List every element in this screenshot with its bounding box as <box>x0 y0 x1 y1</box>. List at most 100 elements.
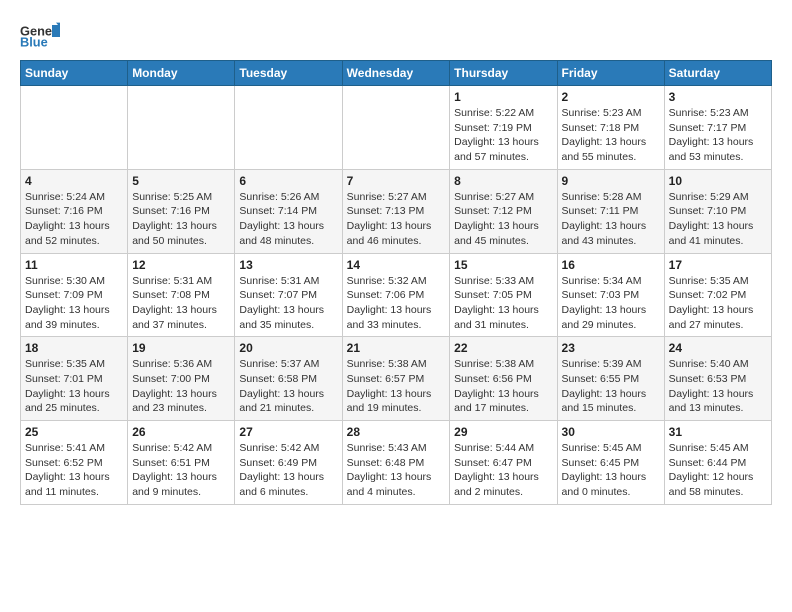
day-info: Sunrise: 5:42 AM Sunset: 6:51 PM Dayligh… <box>132 441 230 500</box>
day-info: Sunrise: 5:35 AM Sunset: 7:02 PM Dayligh… <box>669 274 767 333</box>
logo-icon: General Blue <box>20 20 60 50</box>
day-number: 12 <box>132 258 230 272</box>
day-number: 6 <box>239 174 337 188</box>
calendar-cell <box>342 86 450 170</box>
calendar-week-5: 25 Sunrise: 5:41 AM Sunset: 6:52 PM Dayli… <box>21 421 772 505</box>
calendar-week-4: 18Sunrise: 5:35 AM Sunset: 7:01 PM Dayli… <box>21 337 772 421</box>
calendar-cell: 3 Sunrise: 5:23 AM Sunset: 7:17 PM Daylig… <box>664 86 771 170</box>
day-info: Sunrise: 5:30 AM Sunset: 7:09 PM Dayligh… <box>25 274 123 333</box>
calendar-cell <box>21 86 128 170</box>
weekday-header-tuesday: Tuesday <box>235 61 342 86</box>
page-header: General Blue <box>20 20 772 50</box>
calendar-cell: 31Sunrise: 5:45 AM Sunset: 6:44 PM Dayli… <box>664 421 771 505</box>
calendar-cell: 21 Sunrise: 5:38 AM Sunset: 6:57 PM Dayli… <box>342 337 450 421</box>
weekday-header-saturday: Saturday <box>664 61 771 86</box>
calendar-cell: 22 Sunrise: 5:38 AM Sunset: 6:56 PM Dayli… <box>450 337 557 421</box>
day-number: 26 <box>132 425 230 439</box>
calendar-cell: 30 Sunrise: 5:45 AM Sunset: 6:45 PM Dayli… <box>557 421 664 505</box>
day-number: 13 <box>239 258 337 272</box>
calendar-cell: 12 Sunrise: 5:31 AM Sunset: 7:08 PM Dayli… <box>128 253 235 337</box>
calendar-cell: 20 Sunrise: 5:37 AM Sunset: 6:58 PM Dayli… <box>235 337 342 421</box>
calendar-week-2: 4 Sunrise: 5:24 AM Sunset: 7:16 PM Daylig… <box>21 169 772 253</box>
day-number: 25 <box>25 425 123 439</box>
day-number: 2 <box>562 90 660 104</box>
day-number: 27 <box>239 425 337 439</box>
day-number: 19 <box>132 341 230 355</box>
calendar-cell: 14 Sunrise: 5:32 AM Sunset: 7:06 PM Dayli… <box>342 253 450 337</box>
day-info: Sunrise: 5:45 AM Sunset: 6:45 PM Dayligh… <box>562 441 660 500</box>
day-info: Sunrise: 5:41 AM Sunset: 6:52 PM Dayligh… <box>25 441 123 500</box>
day-info: Sunrise: 5:44 AM Sunset: 6:47 PM Dayligh… <box>454 441 552 500</box>
day-info: Sunrise: 5:24 AM Sunset: 7:16 PM Dayligh… <box>25 190 123 249</box>
calendar-cell: 18Sunrise: 5:35 AM Sunset: 7:01 PM Dayli… <box>21 337 128 421</box>
calendar-cell: 24Sunrise: 5:40 AM Sunset: 6:53 PM Dayli… <box>664 337 771 421</box>
day-info: Sunrise: 5:38 AM Sunset: 6:57 PM Dayligh… <box>347 357 446 416</box>
weekday-header-wednesday: Wednesday <box>342 61 450 86</box>
day-info: Sunrise: 5:38 AM Sunset: 6:56 PM Dayligh… <box>454 357 552 416</box>
day-number: 1 <box>454 90 552 104</box>
day-info: Sunrise: 5:28 AM Sunset: 7:11 PM Dayligh… <box>562 190 660 249</box>
day-info: Sunrise: 5:23 AM Sunset: 7:18 PM Dayligh… <box>562 106 660 165</box>
day-number: 28 <box>347 425 446 439</box>
day-info: Sunrise: 5:27 AM Sunset: 7:13 PM Dayligh… <box>347 190 446 249</box>
day-number: 31 <box>669 425 767 439</box>
day-info: Sunrise: 5:36 AM Sunset: 7:00 PM Dayligh… <box>132 357 230 416</box>
day-number: 9 <box>562 174 660 188</box>
day-info: Sunrise: 5:39 AM Sunset: 6:55 PM Dayligh… <box>562 357 660 416</box>
logo: General Blue <box>20 20 60 50</box>
day-info: Sunrise: 5:29 AM Sunset: 7:10 PM Dayligh… <box>669 190 767 249</box>
calendar-week-3: 11 Sunrise: 5:30 AM Sunset: 7:09 PM Dayli… <box>21 253 772 337</box>
day-number: 16 <box>562 258 660 272</box>
day-number: 5 <box>132 174 230 188</box>
calendar-cell: 10 Sunrise: 5:29 AM Sunset: 7:10 PM Dayli… <box>664 169 771 253</box>
day-info: Sunrise: 5:23 AM Sunset: 7:17 PM Dayligh… <box>669 106 767 165</box>
day-info: Sunrise: 5:31 AM Sunset: 7:08 PM Dayligh… <box>132 274 230 333</box>
calendar-cell: 4 Sunrise: 5:24 AM Sunset: 7:16 PM Daylig… <box>21 169 128 253</box>
calendar-cell: 9 Sunrise: 5:28 AM Sunset: 7:11 PM Daylig… <box>557 169 664 253</box>
calendar-cell: 27 Sunrise: 5:42 AM Sunset: 6:49 PM Dayli… <box>235 421 342 505</box>
day-number: 20 <box>239 341 337 355</box>
day-info: Sunrise: 5:22 AM Sunset: 7:19 PM Dayligh… <box>454 106 552 165</box>
day-number: 29 <box>454 425 552 439</box>
day-number: 10 <box>669 174 767 188</box>
calendar-cell: 28 Sunrise: 5:43 AM Sunset: 6:48 PM Dayli… <box>342 421 450 505</box>
day-number: 30 <box>562 425 660 439</box>
weekday-header-thursday: Thursday <box>450 61 557 86</box>
calendar-cell: 7 Sunrise: 5:27 AM Sunset: 7:13 PM Daylig… <box>342 169 450 253</box>
calendar-cell: 13 Sunrise: 5:31 AM Sunset: 7:07 PM Dayli… <box>235 253 342 337</box>
day-info: Sunrise: 5:32 AM Sunset: 7:06 PM Dayligh… <box>347 274 446 333</box>
svg-text:Blue: Blue <box>20 35 48 50</box>
day-number: 22 <box>454 341 552 355</box>
weekday-header-row: SundayMondayTuesdayWednesdayThursdayFrid… <box>21 61 772 86</box>
day-info: Sunrise: 5:37 AM Sunset: 6:58 PM Dayligh… <box>239 357 337 416</box>
day-number: 17 <box>669 258 767 272</box>
calendar-cell: 25 Sunrise: 5:41 AM Sunset: 6:52 PM Dayli… <box>21 421 128 505</box>
calendar-cell: 11 Sunrise: 5:30 AM Sunset: 7:09 PM Dayli… <box>21 253 128 337</box>
day-info: Sunrise: 5:26 AM Sunset: 7:14 PM Dayligh… <box>239 190 337 249</box>
day-info: Sunrise: 5:25 AM Sunset: 7:16 PM Dayligh… <box>132 190 230 249</box>
day-number: 18 <box>25 341 123 355</box>
calendar-cell: 15Sunrise: 5:33 AM Sunset: 7:05 PM Dayli… <box>450 253 557 337</box>
calendar-cell: 17 Sunrise: 5:35 AM Sunset: 7:02 PM Dayli… <box>664 253 771 337</box>
weekday-header-friday: Friday <box>557 61 664 86</box>
day-info: Sunrise: 5:43 AM Sunset: 6:48 PM Dayligh… <box>347 441 446 500</box>
calendar-cell <box>128 86 235 170</box>
day-number: 7 <box>347 174 446 188</box>
day-number: 24 <box>669 341 767 355</box>
day-number: 8 <box>454 174 552 188</box>
calendar-cell: 26 Sunrise: 5:42 AM Sunset: 6:51 PM Dayli… <box>128 421 235 505</box>
calendar-cell: 23Sunrise: 5:39 AM Sunset: 6:55 PM Dayli… <box>557 337 664 421</box>
calendar-cell: 2 Sunrise: 5:23 AM Sunset: 7:18 PM Daylig… <box>557 86 664 170</box>
weekday-header-monday: Monday <box>128 61 235 86</box>
day-info: Sunrise: 5:31 AM Sunset: 7:07 PM Dayligh… <box>239 274 337 333</box>
day-info: Sunrise: 5:42 AM Sunset: 6:49 PM Dayligh… <box>239 441 337 500</box>
calendar-cell: 16Sunrise: 5:34 AM Sunset: 7:03 PM Dayli… <box>557 253 664 337</box>
day-number: 3 <box>669 90 767 104</box>
day-number: 11 <box>25 258 123 272</box>
day-number: 21 <box>347 341 446 355</box>
calendar-cell: 29 Sunrise: 5:44 AM Sunset: 6:47 PM Dayli… <box>450 421 557 505</box>
day-number: 14 <box>347 258 446 272</box>
calendar-cell: 1 Sunrise: 5:22 AM Sunset: 7:19 PM Daylig… <box>450 86 557 170</box>
calendar-cell: 19 Sunrise: 5:36 AM Sunset: 7:00 PM Dayli… <box>128 337 235 421</box>
day-number: 4 <box>25 174 123 188</box>
